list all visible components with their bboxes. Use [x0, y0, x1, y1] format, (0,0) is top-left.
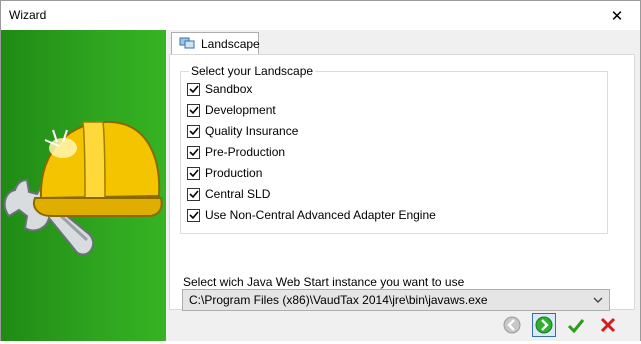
wizard-banner [1, 30, 166, 341]
cancel-button[interactable] [596, 313, 620, 337]
landscape-checkbox-row[interactable]: Sandbox [187, 81, 252, 97]
checkbox[interactable] [187, 103, 200, 117]
checkmark-icon [188, 127, 199, 136]
helmet-wrench-illustration [3, 120, 163, 256]
checkbox-label: Central SLD [205, 187, 271, 201]
landscape-checkbox-row[interactable]: Quality Insurance [187, 123, 298, 139]
checkbox[interactable] [187, 208, 200, 222]
checkmark-icon [188, 169, 199, 178]
chevron-down-icon [591, 293, 605, 307]
check-icon [567, 319, 585, 334]
landscape-checkbox-row[interactable]: Development [187, 102, 276, 118]
wizard-window: Wizard ✕ Landscape Select your Landscape… [0, 0, 641, 341]
checkmark-icon [188, 211, 199, 220]
java-instance-label: Select wich Java Web Start instance you … [183, 275, 465, 289]
landscape-checkbox-row[interactable]: Pre-Production [187, 144, 285, 160]
cancel-icon [600, 317, 616, 333]
checkbox[interactable] [187, 124, 200, 138]
close-button[interactable]: ✕ [594, 1, 640, 30]
next-button[interactable] [532, 313, 556, 337]
checkbox[interactable] [187, 187, 200, 201]
landscape-icon [179, 36, 195, 53]
checkmark-icon [188, 106, 199, 115]
checkmark-icon [188, 148, 199, 157]
checkmark-icon [188, 85, 199, 94]
checkbox-label: Production [205, 166, 263, 180]
landscape-checkbox-row[interactable]: Production [187, 165, 262, 181]
checkbox-label: Pre-Production [205, 145, 286, 159]
finish-button[interactable] [564, 313, 588, 337]
landscape-groupbox: Select your Landscape Sandbox Development… [180, 64, 608, 234]
wizard-content: Landscape Select your Landscape Sandbox D… [166, 30, 640, 341]
window-title: Wizard [9, 8, 47, 22]
checkbox-label: Sandbox [205, 82, 253, 96]
checkmark-icon [188, 190, 199, 199]
landscape-tab-page: Select your Landscape Sandbox Development… [169, 54, 635, 311]
landscape-checkbox-row[interactable]: Central SLD [187, 186, 270, 202]
title-bar: Wizard ✕ [1, 1, 640, 30]
checkbox[interactable] [187, 145, 200, 159]
close-icon: ✕ [610, 7, 624, 25]
checkbox[interactable] [187, 82, 200, 96]
checkbox-label: Quality Insurance [205, 124, 299, 138]
tab-landscape[interactable]: Landscape [171, 32, 260, 55]
java-instance-select[interactable]: C:\Program Files (x86)\VaudTax 2014\jre\… [182, 289, 610, 311]
next-icon [535, 316, 553, 334]
back-icon [503, 316, 521, 334]
landscape-checkbox-row[interactable]: Use Non-Central Advanced Adapter Engine [187, 207, 436, 223]
back-button[interactable] [500, 313, 524, 337]
checkbox[interactable] [187, 166, 200, 180]
tab-label: Landscape [201, 37, 260, 51]
checkbox-label: Development [205, 103, 276, 117]
java-instance-value: C:\Program Files (x86)\VaudTax 2014\jre\… [189, 293, 488, 307]
groupbox-legend: Select your Landscape [189, 64, 316, 78]
checkbox-label: Use Non-Central Advanced Adapter Engine [205, 208, 436, 222]
